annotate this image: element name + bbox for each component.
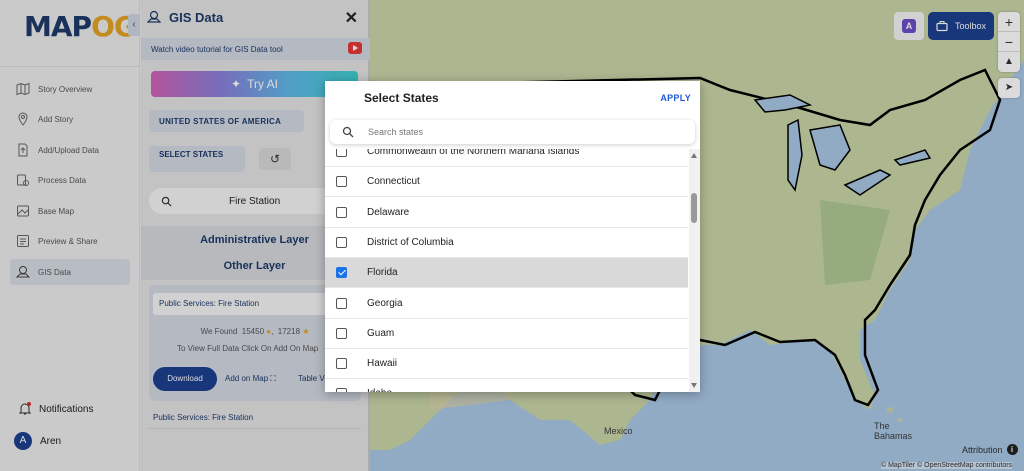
state-row[interactable]: Hawaii [325, 349, 688, 380]
state-row[interactable]: Guam [325, 319, 688, 349]
state-checkbox[interactable] [336, 327, 347, 339]
state-label: Idaho [367, 388, 392, 392]
state-label: Florida [367, 267, 398, 279]
dialog-title: Select States [364, 91, 439, 105]
state-row[interactable]: Connecticut [325, 167, 688, 198]
state-label: Georgia [367, 297, 403, 309]
state-row[interactable]: District of Columbia [325, 228, 688, 258]
select-states-dialog: Select States APPLY Commonwealth of the … [325, 81, 700, 392]
state-list: Commonwealth of the Northern Mariana Isl… [325, 149, 688, 392]
state-checkbox[interactable] [336, 297, 347, 309]
state-checkbox[interactable] [336, 388, 347, 392]
state-checkbox[interactable] [336, 149, 347, 157]
scroll-thumb[interactable] [691, 193, 697, 223]
state-checkbox[interactable] [336, 176, 347, 188]
state-search-input[interactable] [368, 124, 668, 140]
scroll-down-icon[interactable] [691, 383, 697, 388]
state-row[interactable]: Commonwealth of the Northern Mariana Isl… [325, 149, 688, 167]
state-label: Delaware [367, 206, 410, 218]
state-row[interactable]: Florida [325, 258, 688, 289]
state-search [330, 120, 695, 144]
state-label: Connecticut [367, 176, 420, 188]
state-checkbox[interactable] [336, 267, 347, 279]
state-label: Guam [367, 327, 395, 339]
state-label: District of Columbia [367, 236, 454, 248]
state-row[interactable]: Idaho [325, 379, 688, 392]
state-checkbox[interactable] [336, 206, 347, 218]
scrollbar[interactable] [689, 149, 700, 392]
state-label: Hawaii [367, 358, 398, 370]
state-checkbox[interactable] [336, 236, 347, 248]
scroll-up-icon[interactable] [691, 153, 697, 158]
search-icon [342, 126, 354, 138]
state-row[interactable]: Delaware [325, 198, 688, 228]
state-label: Commonwealth of the Northern Mariana Isl… [367, 149, 580, 157]
state-checkbox[interactable] [336, 358, 347, 370]
state-row[interactable]: Georgia [325, 289, 688, 319]
apply-button[interactable]: APPLY [660, 93, 691, 103]
